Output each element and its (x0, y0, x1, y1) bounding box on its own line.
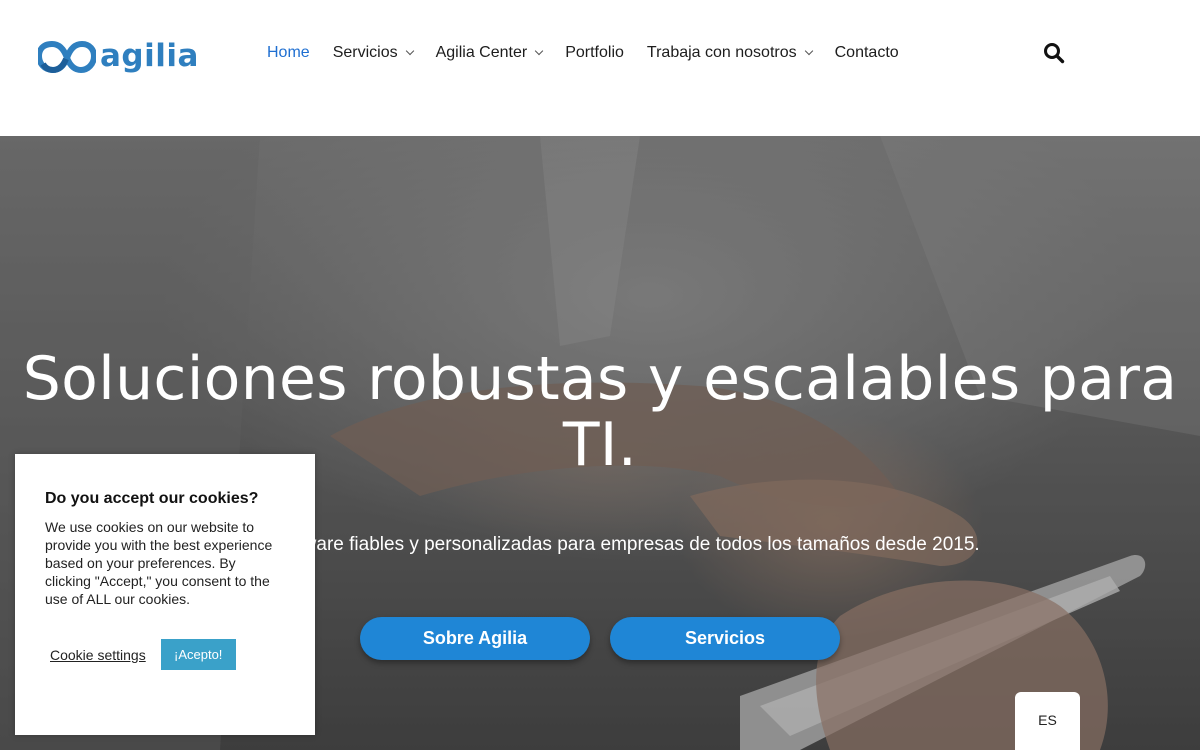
chevron-down-icon (804, 46, 813, 56)
about-agilia-button[interactable]: Sobre Agilia (360, 617, 590, 660)
nav-item-agilia-center[interactable]: Agilia Center (435, 44, 544, 62)
nav-label: Home (267, 44, 310, 61)
nav-label: Agilia Center (435, 44, 528, 61)
brand-logo[interactable]: agilia (38, 36, 199, 76)
services-button[interactable]: Servicios (610, 617, 840, 660)
nav-label: Portfolio (565, 44, 624, 61)
main-nav: Home Servicios Agilia Center Portfolio T… (267, 42, 922, 64)
nav-item-trabaja-con-nosotros[interactable]: Trabaja con nosotros (646, 44, 813, 62)
brand-name: agilia (100, 37, 199, 74)
cookie-settings-link[interactable]: Cookie settings (50, 647, 146, 663)
cookie-accept-button[interactable]: ¡Acepto! (160, 639, 236, 670)
nav-item-portfolio[interactable]: Portfolio (565, 44, 624, 62)
site-header: agilia Home Servicios Agilia Center Port… (0, 0, 1200, 136)
cookie-title: Do you accept our cookies? (45, 490, 259, 507)
nav-item-home[interactable]: Home (267, 44, 310, 62)
cookie-actions: Cookie settings ¡Acepto! (50, 639, 236, 670)
language-switcher[interactable]: ES (1015, 692, 1080, 750)
chevron-down-icon (405, 46, 414, 56)
infinity-logo-icon (38, 40, 96, 74)
nav-label: Servicios (332, 44, 398, 61)
nav-item-servicios[interactable]: Servicios (332, 44, 414, 62)
chevron-down-icon (534, 46, 544, 56)
search-icon (1044, 43, 1065, 64)
cookie-text: We use cookies on our website to provide… (45, 519, 273, 607)
nav-label: Contacto (834, 44, 899, 61)
nav-label: Trabaja con nosotros (646, 44, 797, 61)
nav-item-contacto[interactable]: Contacto (835, 44, 899, 62)
language-label: ES (1038, 712, 1057, 728)
cookie-consent-popup: Do you accept our cookies? We use cookie… (15, 454, 315, 735)
search-button[interactable] (1043, 42, 1065, 64)
